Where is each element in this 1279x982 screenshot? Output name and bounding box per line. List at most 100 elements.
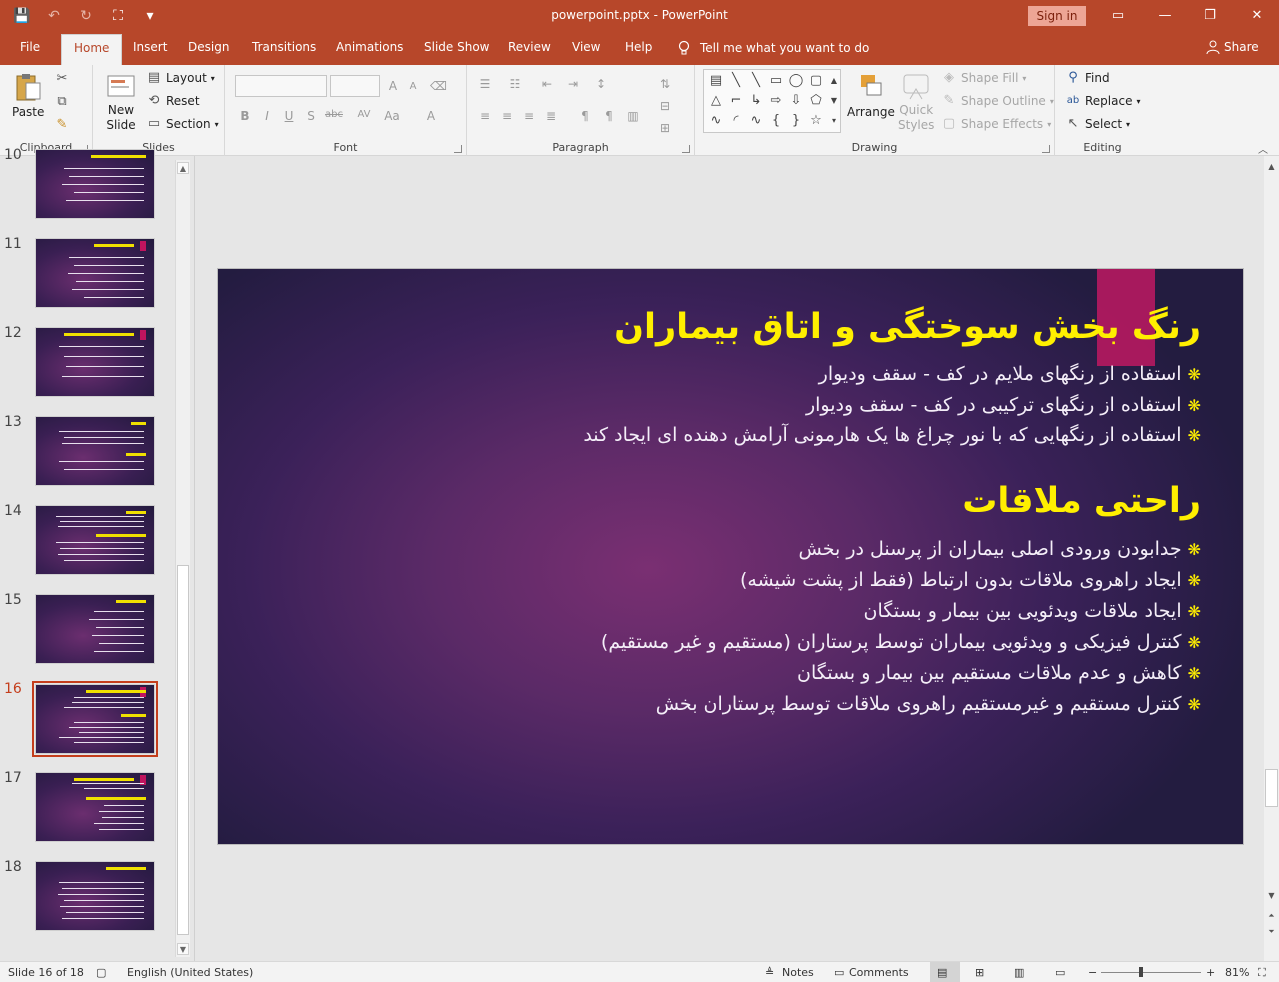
- zoom-level[interactable]: 81%: [1225, 966, 1249, 979]
- arrange-button[interactable]: Arrange: [847, 71, 895, 119]
- align-center-icon[interactable]: ≡: [499, 109, 515, 123]
- bold-button[interactable]: B: [237, 109, 253, 123]
- layout-button[interactable]: ▤ Layout ▾: [146, 70, 215, 86]
- numbering-icon[interactable]: ☷: [507, 77, 523, 91]
- strikethrough-button[interactable]: abc: [323, 109, 345, 120]
- down-arrow-shape-icon[interactable]: ⇩: [788, 94, 804, 108]
- slide-sorter-icon[interactable]: ⊞: [975, 966, 984, 979]
- rounded-rectangle-shape-icon[interactable]: ▢: [808, 74, 824, 88]
- paste-button[interactable]: Paste: [12, 71, 44, 119]
- scroll-up-icon[interactable]: ▲: [1265, 160, 1278, 173]
- elbow-connector-icon[interactable]: ⌐: [728, 94, 744, 108]
- language-status[interactable]: English (United States): [127, 966, 253, 979]
- shapes-gallery[interactable]: ▤ ╲ ╲ ▭ ◯ ▢ △ ⌐ ↳ ⇨ ⇩ ⬠ ∿ ◜ ∿ { } ☆ ▲ ▼ …: [703, 69, 841, 133]
- slide-thumbnail[interactable]: [35, 505, 155, 575]
- gallery-more-icon[interactable]: ▾: [826, 114, 842, 128]
- proofing-icon[interactable]: ▢: [96, 966, 106, 979]
- right-brace-icon[interactable]: }: [788, 114, 804, 128]
- zoom-slider-track[interactable]: [1101, 972, 1201, 973]
- ribbon-display-options-icon[interactable]: ▭: [1108, 6, 1128, 26]
- star-shape-icon[interactable]: ☆: [808, 114, 824, 128]
- shadow-button[interactable]: S: [303, 109, 319, 123]
- close-icon[interactable]: ✕: [1247, 6, 1267, 26]
- zoom-in-button[interactable]: +: [1206, 966, 1215, 979]
- slide-heading-2[interactable]: راحتی ملاقات: [962, 481, 1201, 521]
- tab-animations[interactable]: Animations: [336, 40, 403, 54]
- line-spacing-icon[interactable]: ↕: [593, 77, 609, 91]
- bullets-icon[interactable]: ☰: [477, 77, 493, 91]
- thumbnail-scrollbar[interactable]: ▲ ▼: [175, 160, 190, 957]
- line-shape-icon[interactable]: ╲: [728, 74, 744, 88]
- text-direction-icon[interactable]: ⇅: [657, 77, 673, 91]
- tab-help[interactable]: Help: [625, 40, 652, 54]
- shape-effects-button[interactable]: ▢ Shape Effects ▾: [941, 116, 1051, 132]
- slide-thumbnail-current[interactable]: [35, 684, 155, 754]
- collapse-ribbon-icon[interactable]: ︿: [1258, 141, 1268, 156]
- slide-thumbnail[interactable]: [35, 772, 155, 842]
- slide-bullet[interactable]: ❋ جدابودن ورودی اصلی بیماران از پرسنل در …: [799, 538, 1201, 560]
- shape-fill-button[interactable]: ◈ Shape Fill ▾: [941, 70, 1026, 86]
- comments-icon[interactable]: ▭: [834, 966, 844, 979]
- font-launcher-icon[interactable]: [454, 145, 462, 153]
- drawing-launcher-icon[interactable]: [1042, 145, 1050, 153]
- section-button[interactable]: ▭ Section ▾: [146, 116, 219, 132]
- elbow-arrow-icon[interactable]: ↳: [748, 94, 764, 108]
- slide-bullet[interactable]: ❋ استفاده از رنگهای ملایم در کف - سقف ودی…: [819, 363, 1201, 385]
- reading-view-icon[interactable]: ▥: [1014, 966, 1024, 979]
- slide-bullet[interactable]: ❋ ایجاد راهروی ملاقات بدون ارتباط (فقط از…: [740, 569, 1201, 591]
- tab-file[interactable]: File: [20, 40, 40, 54]
- slide-bullet[interactable]: ❋ کنترل مستقیم و غیرمستقیم راهروی ملاقات …: [656, 693, 1201, 715]
- cut-icon[interactable]: ✂: [54, 71, 70, 87]
- previous-slide-icon[interactable]: ⏶: [1265, 909, 1278, 922]
- notes-button[interactable]: Notes: [782, 966, 814, 979]
- rectangle-shape-icon[interactable]: ▭: [768, 74, 784, 88]
- tab-home[interactable]: Home: [61, 34, 123, 65]
- scroll-down-icon[interactable]: ▼: [1265, 889, 1278, 902]
- slide-thumbnail[interactable]: [35, 149, 155, 219]
- justify-icon[interactable]: ≣: [543, 109, 559, 123]
- slide-bullet[interactable]: ❋ استفاده از رنگهای ترکیبی در کف - سقف ود…: [806, 394, 1201, 416]
- slide-thumbnail[interactable]: [35, 327, 155, 397]
- columns-icon[interactable]: ▥: [625, 109, 641, 123]
- align-left-icon[interactable]: ≡: [477, 109, 493, 123]
- tab-slide-show[interactable]: Slide Show: [424, 40, 489, 54]
- italic-button[interactable]: I: [259, 109, 275, 123]
- shape-outline-button[interactable]: ✎ Shape Outline ▾: [941, 93, 1054, 109]
- tab-review[interactable]: Review: [508, 40, 551, 54]
- notes-icon[interactable]: ≜: [765, 966, 774, 979]
- gallery-down-icon[interactable]: ▼: [826, 94, 842, 108]
- select-button[interactable]: ↖ Select ▾: [1065, 116, 1131, 132]
- scroll-up-icon[interactable]: ▲: [177, 162, 189, 174]
- slide-bullet[interactable]: ❋ کنترل فیزیکی و ویدئویی بیماران توسط پرس…: [601, 631, 1201, 653]
- triangle-shape-icon[interactable]: △: [708, 94, 724, 108]
- scroll-thumb[interactable]: [177, 565, 189, 935]
- grow-font-icon[interactable]: A: [385, 79, 401, 93]
- scroll-down-icon[interactable]: ▼: [177, 943, 189, 955]
- restore-icon[interactable]: ❐: [1200, 6, 1220, 26]
- share-button[interactable]: Share: [1206, 40, 1259, 54]
- font-name-field[interactable]: [235, 75, 327, 97]
- slide-scrollbar[interactable]: ▲ ▼ ⏶ ⏷: [1264, 156, 1279, 961]
- slide-bullet[interactable]: ❋ استفاده از رنگهایی که با نور چراغ ها یک…: [583, 424, 1201, 446]
- tab-transitions[interactable]: Transitions: [252, 40, 316, 54]
- align-text-icon[interactable]: ⊟: [657, 99, 673, 113]
- slide-thumbnail[interactable]: [35, 238, 155, 308]
- right-arrow-shape-icon[interactable]: ⇨: [768, 94, 784, 108]
- paragraph-launcher-icon[interactable]: [682, 145, 690, 153]
- zoom-out-button[interactable]: −: [1088, 966, 1097, 979]
- arc-shape-icon[interactable]: ◜: [728, 114, 744, 128]
- scroll-thumb[interactable]: [1265, 769, 1278, 807]
- shrink-font-icon[interactable]: A: [405, 81, 421, 92]
- slide-thumbnail[interactable]: [35, 861, 155, 931]
- copy-icon[interactable]: ⧉: [54, 94, 70, 110]
- fit-slide-icon[interactable]: ⛶: [1258, 966, 1266, 980]
- sign-in-button[interactable]: Sign in: [1028, 6, 1086, 26]
- comments-button[interactable]: Comments: [849, 966, 909, 979]
- gallery-up-icon[interactable]: ▲: [826, 74, 842, 88]
- smartart-icon[interactable]: ⊞: [657, 121, 673, 135]
- change-case-button[interactable]: Aa: [381, 109, 403, 123]
- find-button[interactable]: ⚲ Find: [1065, 70, 1109, 86]
- tell-me-box[interactable]: Tell me what you want to do: [678, 40, 869, 56]
- slide-thumbnail[interactable]: [35, 594, 155, 664]
- replace-button[interactable]: ab Replace ▾: [1065, 93, 1141, 109]
